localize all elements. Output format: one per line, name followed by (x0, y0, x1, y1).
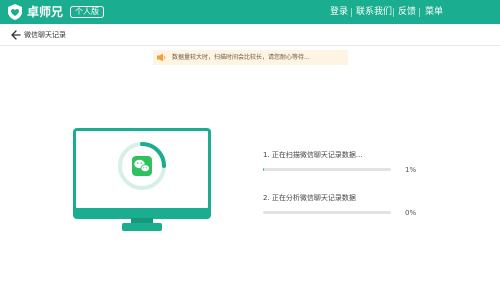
monitor-illustration (73, 128, 211, 231)
step-1-percent: 1% (405, 166, 417, 174)
brand-name: 卓师兄 (27, 5, 64, 19)
sub-header: 微信聊天记录 (0, 24, 500, 46)
nav-divider (351, 8, 352, 17)
edition-badge: 个人版 (70, 6, 104, 18)
step-1-progress-fill (263, 168, 265, 171)
top-bar: 卓师兄 个人版 登录 联系我们 反馈 菜单 (0, 0, 500, 24)
nav-feedback[interactable]: 反馈 (398, 6, 416, 18)
brand-logo-icon (8, 4, 22, 20)
step-1-progress-bar (263, 168, 391, 171)
step-1-label: 1. 正在扫描微信聊天记录数据... (263, 151, 363, 159)
nav-divider (419, 8, 420, 17)
nav-contact-us[interactable]: 联系我们 (356, 6, 392, 18)
step-2-progress-bar (263, 211, 391, 214)
nav-divider (393, 8, 394, 17)
notice-banner: 数据量较大时，扫描时间会比较长，请您耐心等待... (153, 50, 348, 65)
step-2-percent: 0% (405, 209, 417, 217)
nav-login[interactable]: 登录 (330, 6, 348, 18)
notice-text: 数据量较大时，扫描时间会比较长，请您耐心等待... (172, 54, 310, 61)
step-2-label: 2. 正在分析微信聊天记录数据 (263, 194, 356, 202)
wechat-icon (132, 156, 152, 176)
arrow-left-icon[interactable] (9, 28, 21, 42)
page-title: 微信聊天记录 (24, 31, 66, 39)
speaker-icon (157, 53, 166, 62)
nav-menu[interactable]: 菜单 (425, 6, 443, 18)
